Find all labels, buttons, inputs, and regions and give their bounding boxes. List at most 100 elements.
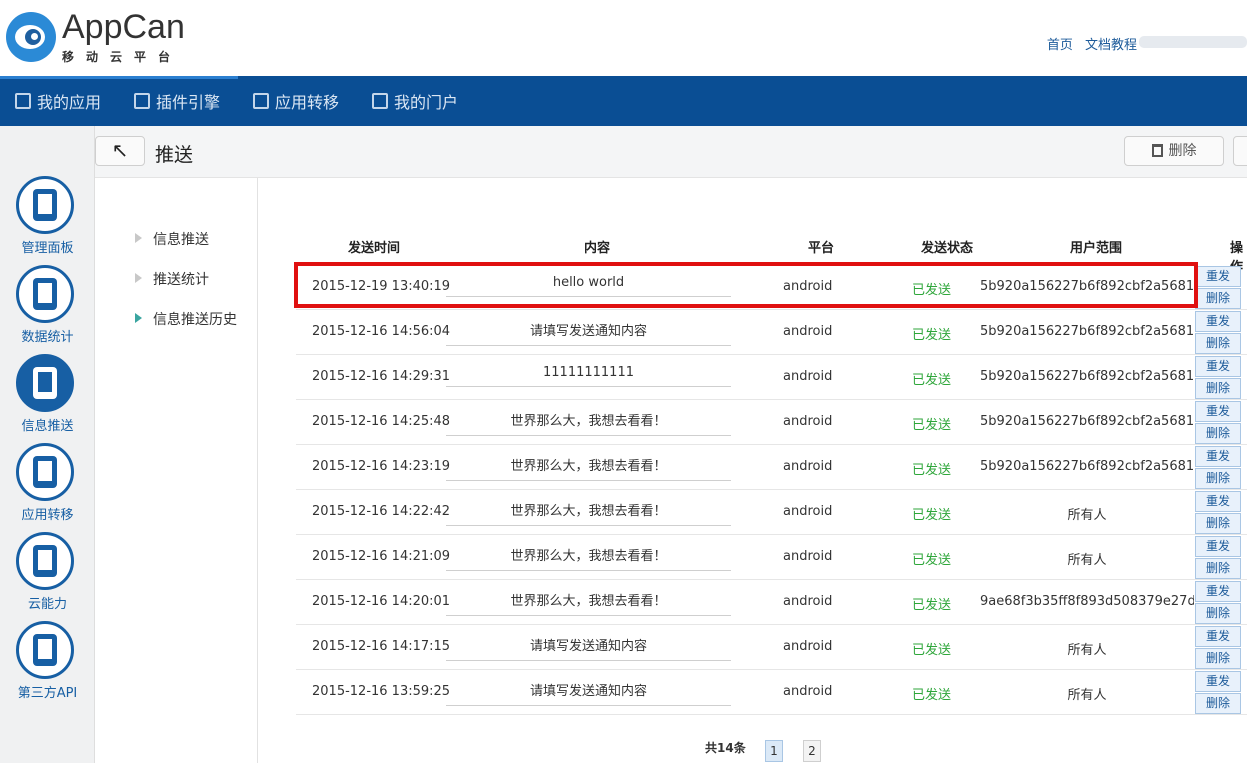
resend-button[interactable]: 重发 [1195,311,1241,332]
cell-platform: android [783,684,833,699]
resend-button[interactable]: 重发 [1195,581,1241,602]
sidebar-item-third-party-api[interactable]: 第三方API [0,621,95,706]
logo-subtitle: 移动云平台 [62,50,183,64]
cell-platform: android [783,369,833,384]
cell-send-time: 2015-12-16 14:23:19 [312,459,451,474]
nav-active-indicator [0,76,238,79]
col-user-range: 用户范围 [1070,241,1123,256]
appcan-logo[interactable]: AppCan 移动云平台 [6,4,206,70]
resend-button[interactable]: 重发 [1195,536,1241,557]
resend-button[interactable]: 重发 [1195,671,1241,692]
cell-platform: android [783,549,833,564]
sidebar-item-statistics[interactable]: 数据统计 [0,265,95,350]
resend-button[interactable]: 重发 [1195,401,1241,422]
table-row: 2015-12-16 14:22:42 世界那么大，我想去看看！ android 已发… [296,490,1247,535]
row-delete-button[interactable]: 删除 [1195,693,1241,714]
left-sidebar: 管理面板 数据统计 信息推送 应用转移 云能力 第三方API [0,126,95,763]
user-account-link[interactable] [1139,36,1247,48]
row-delete-button[interactable]: 删除 [1195,288,1241,309]
nav-app-transfer[interactable]: 应用转移 [253,91,339,112]
plugin-icon [134,93,150,109]
triangle-right-icon [135,233,142,243]
cell-status: 已发送 [912,463,952,478]
row-delete-button[interactable]: 删除 [1195,603,1241,624]
more-button[interactable] [1233,136,1247,166]
table-body: 2015-12-19 13:40:19 hello world android 已发送… [296,265,1247,715]
cell-status: 已发送 [912,643,952,658]
cell-content: 世界那么大，我想去看看！ [446,410,731,436]
cell-content: 世界那么大，我想去看看！ [446,455,731,481]
table-row: 2015-12-16 13:59:25 请填写发送通知内容 android 已发送 所有… [296,670,1247,715]
row-delete-button[interactable]: 删除 [1195,378,1241,399]
nav-my-apps[interactable]: 我的应用 [15,91,101,112]
resend-button[interactable]: 重发 [1195,356,1241,377]
portal-icon [372,93,388,109]
nav-my-portal[interactable]: 我的门户 [372,91,458,112]
sidebar-item-transfer[interactable]: 应用转移 [0,443,95,528]
cell-platform: android [783,324,833,339]
row-delete-button[interactable]: 删除 [1195,513,1241,534]
cell-content: 请填写发送通知内容 [446,635,731,661]
nav-plugin-engine[interactable]: 插件引擎 [134,91,220,112]
table-row: 2015-12-16 14:23:19 世界那么大，我想去看看！ android 已发… [296,445,1247,490]
logo-mark-icon [6,12,56,62]
cell-send-time: 2015-12-16 13:59:25 [312,684,451,699]
col-content: 内容 [584,241,611,256]
resend-button[interactable]: 重发 [1195,446,1241,467]
col-send-time: 发送时间 [348,241,401,256]
cell-status: 已发送 [912,598,952,613]
cell-content: 请填写发送通知内容 [446,320,731,346]
table-row: 2015-12-16 14:29:31 11111111111 android 已发送… [296,355,1247,400]
table-row: 2015-12-16 14:21:09 世界那么大，我想去看看！ android 已发… [296,535,1247,580]
phone-chart-icon [16,265,74,323]
resend-button[interactable]: 重发 [1195,491,1241,512]
cell-user-range: 所有人 [1067,508,1107,523]
cell-send-time: 2015-12-16 14:21:09 [312,549,451,564]
table-row: 2015-12-16 14:20:01 世界那么大，我想去看看！ android 已发… [296,580,1247,625]
submenu-item-push-history[interactable]: 信息推送历史 [135,309,237,329]
sidebar-item-cloud[interactable]: 云能力 [0,532,95,617]
app-plus-icon [15,93,31,109]
sidebar-item-dashboard[interactable]: 管理面板 [0,176,95,261]
submenu-item-push-stats[interactable]: 推送统计 [135,269,209,289]
row-delete-button[interactable]: 删除 [1195,423,1241,444]
page-title-bar: ↖ 推送 删除 [95,126,1247,178]
cell-user-range: 5b920a156227b6f892cbf2a5681becfa [980,369,1194,384]
total-count: 共14条 [705,741,746,755]
cell-user-range: 9ae68f3b35ff8f893d508379e27daaf4 [980,594,1194,609]
table-row: 2015-12-16 14:56:04 请填写发送通知内容 android 已发送 5b… [296,310,1247,355]
cell-platform: android [783,414,833,429]
page-1-button[interactable]: 1 [765,740,783,762]
cell-status: 已发送 [912,688,952,703]
cell-user-range: 5b920a156227b6f892cbf2a5681becfa [980,414,1194,429]
transfer-icon [253,93,269,109]
cell-user-range: 所有人 [1067,553,1107,568]
col-status: 发送状态 [921,241,974,256]
cell-status: 已发送 [912,328,952,343]
cell-platform: android [783,594,833,609]
link-home[interactable]: 首页 [1047,38,1073,53]
resend-button[interactable]: 重发 [1195,266,1241,287]
col-platform: 平台 [808,241,835,256]
row-delete-button[interactable]: 删除 [1195,558,1241,579]
cell-send-time: 2015-12-16 14:20:01 [312,594,451,609]
cell-send-time: 2015-12-16 14:17:15 [312,639,451,654]
cell-user-range: 5b920a156227b6f892cbf2a5681becfa [980,324,1194,339]
delete-button[interactable]: 删除 [1124,136,1224,166]
page-2-button[interactable]: 2 [803,740,821,762]
submenu-item-push[interactable]: 信息推送 [135,229,209,249]
cell-platform: android [783,504,833,519]
row-delete-button[interactable]: 删除 [1195,648,1241,669]
cell-content: 世界那么大，我想去看看！ [446,590,731,616]
row-delete-button[interactable]: 删除 [1195,468,1241,489]
table-row: 2015-12-16 14:17:15 请填写发送通知内容 android 已发送 所有… [296,625,1247,670]
main-nav: 我的应用 插件引擎 应用转移 我的门户 [0,76,1247,126]
sidebar-item-push[interactable]: 信息推送 [0,354,95,439]
link-docs[interactable]: 文档教程 [1085,38,1137,53]
cell-content: 请填写发送通知内容 [446,680,731,706]
back-button[interactable]: ↖ [95,136,145,166]
cell-user-range: 5b920a156227b6f892cbf2a5681becfa [980,459,1194,474]
cloud-gear-icon [16,532,74,590]
row-delete-button[interactable]: 删除 [1195,333,1241,354]
resend-button[interactable]: 重发 [1195,626,1241,647]
